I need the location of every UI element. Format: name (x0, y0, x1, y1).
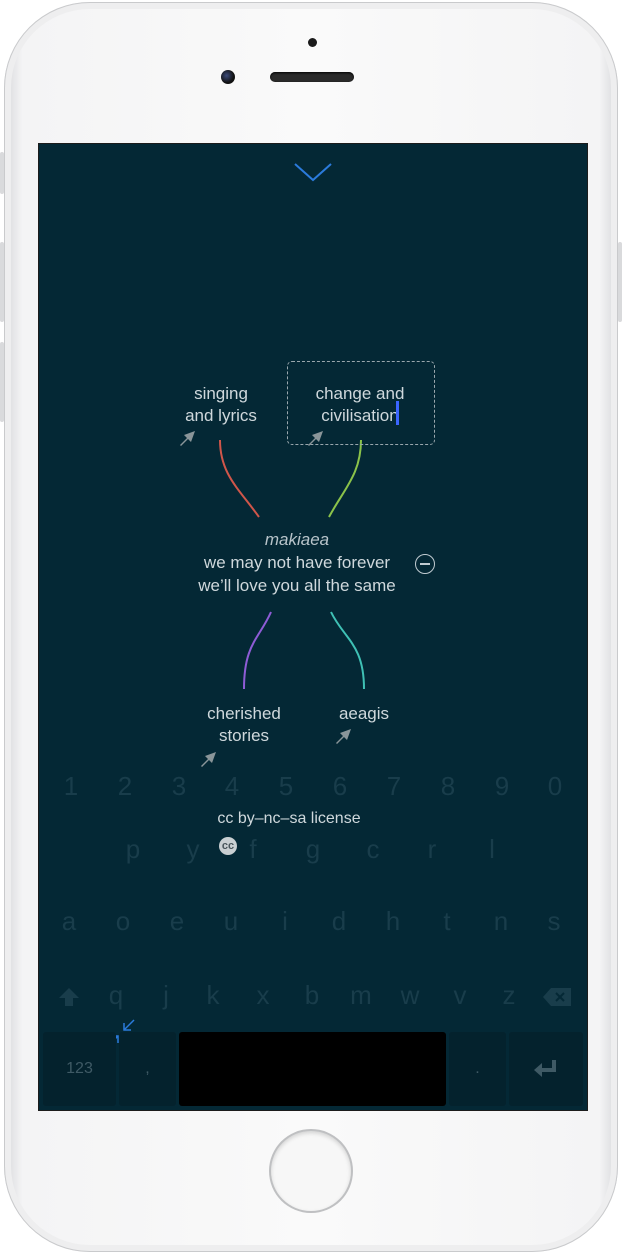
key-1[interactable]: 1 (51, 771, 91, 802)
key-e[interactable]: e (157, 906, 197, 937)
center-node-title[interactable]: makiaea (39, 530, 555, 550)
key-5[interactable]: 5 (266, 771, 306, 802)
branch-top-right (328, 439, 362, 518)
node-singing-and-lyrics[interactable]: singing and lyrics (171, 383, 271, 427)
sensor (308, 38, 317, 47)
node-aeagis[interactable]: aeagis (324, 703, 404, 725)
arrow-icon[interactable] (179, 431, 195, 447)
key-n[interactable]: n (481, 906, 521, 937)
return-icon (534, 1060, 556, 1077)
key-g[interactable]: g (293, 834, 333, 865)
camera-icon (221, 70, 235, 84)
key-w[interactable]: w (390, 980, 430, 1011)
key-c[interactable]: c (353, 834, 393, 865)
numbers-key[interactable]: 123 (43, 1032, 116, 1106)
keyboard-row-1: p y f g c r l (39, 834, 587, 874)
key-q[interactable]: q (96, 980, 136, 1011)
key-m[interactable]: m (341, 980, 381, 1011)
key-0[interactable]: 0 (535, 771, 575, 802)
branch-bottom-left (243, 611, 272, 690)
minus-circle-icon[interactable] (415, 554, 435, 574)
key-x[interactable]: x (243, 980, 283, 1011)
key-8[interactable]: 8 (428, 771, 468, 802)
key-y[interactable]: y (173, 834, 213, 865)
keyboard-bottom-bar: 123 , . (43, 1032, 583, 1106)
key-h[interactable]: h (373, 906, 413, 937)
branch-top-left (219, 439, 260, 518)
key-d[interactable]: d (319, 906, 359, 937)
key-a[interactable]: a (49, 906, 89, 937)
key-2[interactable]: 2 (105, 771, 145, 802)
volume-up-button (0, 242, 4, 322)
arrow-icon[interactable] (200, 752, 216, 768)
space-bar[interactable] (179, 1032, 446, 1106)
comma-key[interactable]: , (119, 1032, 176, 1106)
keyboard-digit-row: 1 2 3 4 5 6 7 8 9 0 (39, 771, 587, 811)
key-4[interactable]: 4 (212, 771, 252, 802)
key-l[interactable]: l (472, 834, 512, 865)
node-change-and-civilisation[interactable]: change and civilisation (297, 383, 423, 427)
key-f[interactable]: f (233, 834, 273, 865)
shift-icon[interactable] (59, 988, 79, 1006)
key-i[interactable]: i (265, 906, 305, 937)
mind-map-branches (219, 439, 365, 690)
app-screen: singing and lyrics change and civilisati… (38, 143, 588, 1111)
key-v[interactable]: v (440, 980, 480, 1011)
key-b[interactable]: b (292, 980, 332, 1011)
key-s[interactable]: s (534, 906, 574, 937)
key-6[interactable]: 6 (320, 771, 360, 802)
earpiece-speaker (270, 72, 354, 82)
license-text[interactable]: cc by–nc–sa license (39, 810, 539, 828)
center-node-line-1: we may not have forever (203, 553, 391, 572)
center-node-line-2: we’ll love you all the same (198, 576, 396, 595)
key-r[interactable]: r (412, 834, 452, 865)
key-p[interactable]: p (113, 834, 153, 865)
volume-down-button (0, 342, 4, 422)
home-button[interactable] (271, 1131, 351, 1211)
branch-bottom-right (330, 611, 365, 690)
key-7[interactable]: 7 (374, 771, 414, 802)
arrow-icon[interactable] (307, 431, 323, 447)
mute-switch (0, 152, 4, 194)
period-key[interactable]: . (449, 1032, 506, 1106)
text-cursor (396, 401, 399, 425)
key-j[interactable]: j (146, 980, 186, 1011)
arrow-icon[interactable] (335, 729, 351, 745)
key-u[interactable]: u (211, 906, 251, 937)
return-key[interactable] (509, 1032, 583, 1106)
key-o[interactable]: o (103, 906, 143, 937)
key-z[interactable]: z (489, 980, 529, 1011)
key-k[interactable]: k (193, 980, 233, 1011)
key-3[interactable]: 3 (159, 771, 199, 802)
key-9[interactable]: 9 (482, 771, 522, 802)
node-cherished-stories[interactable]: cherished stories (194, 703, 294, 747)
key-t[interactable]: t (427, 906, 467, 937)
power-button (618, 242, 622, 322)
keyboard-row-3: q j k x b m w v z (39, 980, 587, 1020)
backspace-icon[interactable] (543, 988, 571, 1006)
keyboard-row-2: a o e u i d h t n s (39, 906, 587, 946)
